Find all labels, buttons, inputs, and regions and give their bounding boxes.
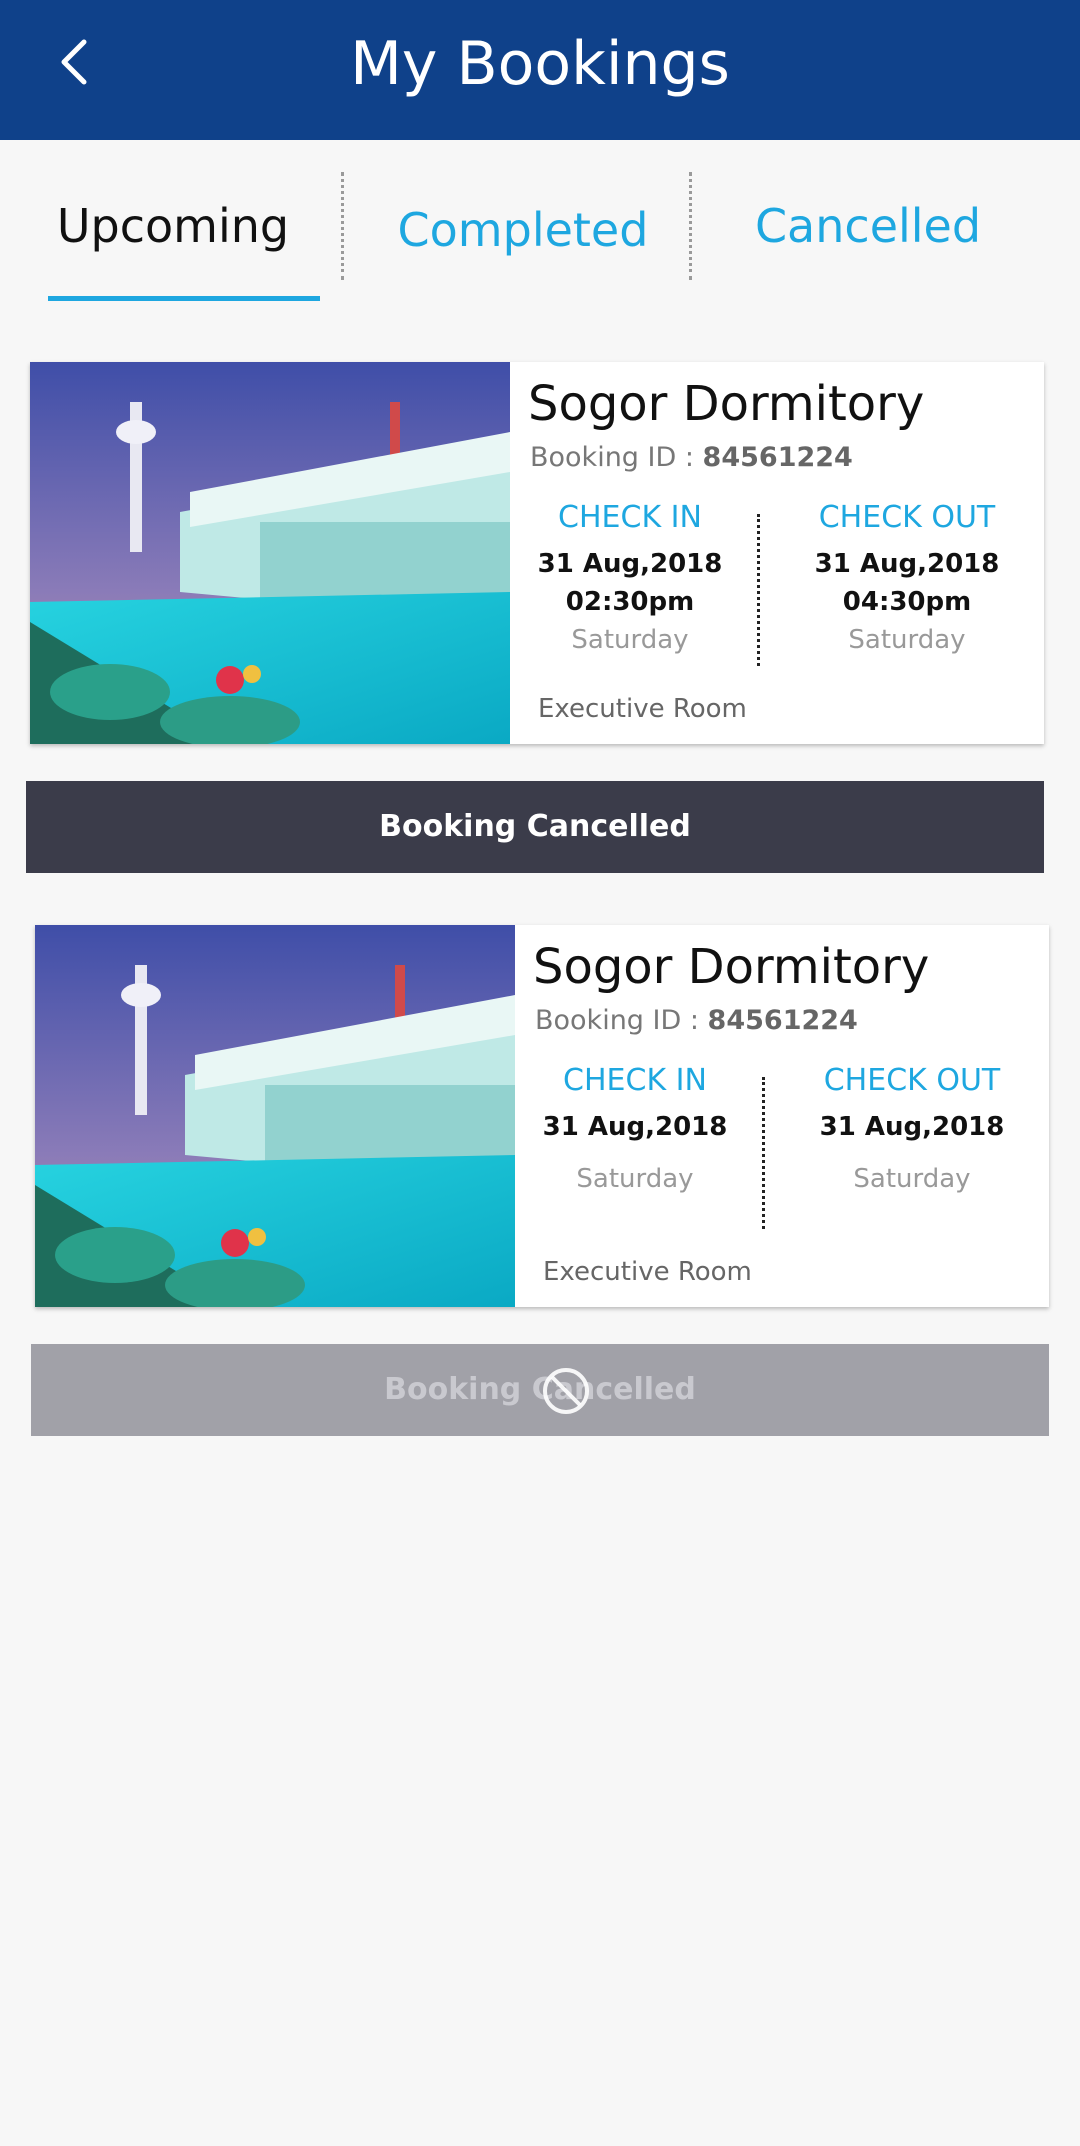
check-in-date: 31 Aug,2018 bbox=[542, 1112, 728, 1142]
page-title: My Bookings bbox=[350, 29, 730, 99]
check-in-time: 02:30pm bbox=[565, 587, 695, 617]
booking-id: Booking ID : 84561224 bbox=[530, 442, 853, 473]
booking-card[interactable]: Sogor Dormitory Booking ID : 84561224 CH… bbox=[30, 362, 1044, 744]
check-in-heading: CHECK IN bbox=[558, 500, 702, 535]
booking-cancelled-button[interactable]: Booking Cancelled bbox=[26, 781, 1044, 873]
booking-card[interactable]: Sogor Dormitory Booking ID : 84561224 CH… bbox=[35, 925, 1049, 1307]
check-in-heading: CHECK IN bbox=[563, 1063, 707, 1098]
check-in-column: CHECK IN 31 Aug,2018 02:30pm Saturday bbox=[510, 498, 750, 658]
tab-divider bbox=[341, 172, 344, 280]
hotel-photo bbox=[30, 362, 510, 744]
check-out-column: CHECK OUT 31 Aug,2018 Saturday bbox=[787, 1061, 1037, 1197]
room-type: Executive Room bbox=[538, 694, 747, 724]
tab-completed[interactable]: Completed bbox=[380, 190, 666, 270]
hotel-photo bbox=[35, 925, 515, 1307]
check-out-column: CHECK OUT 31 Aug,2018 04:30pm Saturday bbox=[782, 498, 1032, 658]
room-type: Executive Room bbox=[543, 1257, 752, 1287]
booking-id-label: Booking ID : bbox=[530, 442, 703, 473]
tab-cancelled[interactable]: Cancelled bbox=[720, 186, 1016, 266]
check-out-heading: CHECK OUT bbox=[818, 500, 996, 535]
check-in-day: Saturday bbox=[576, 1164, 694, 1194]
check-out-day: Saturday bbox=[853, 1164, 971, 1194]
tab-divider bbox=[689, 172, 692, 280]
check-in-column: CHECK IN 31 Aug,2018 Saturday bbox=[515, 1061, 755, 1197]
check-in-day: Saturday bbox=[571, 625, 689, 655]
column-divider bbox=[757, 514, 760, 666]
check-out-heading: CHECK OUT bbox=[823, 1063, 1001, 1098]
check-out-date: 31 Aug,2018 bbox=[814, 549, 1000, 579]
forbidden-icon bbox=[543, 1368, 589, 1414]
check-out-time: 04:30pm bbox=[842, 587, 972, 617]
booking-id: Booking ID : 84561224 bbox=[535, 1005, 858, 1036]
booking-tabs: Upcoming Completed Cancelled bbox=[0, 140, 1080, 301]
active-tab-indicator bbox=[48, 296, 320, 301]
column-divider bbox=[762, 1077, 765, 1229]
check-out-day: Saturday bbox=[848, 625, 966, 655]
app-header: My Bookings bbox=[0, 0, 1080, 140]
booking-cancelled-label: Booking Cancelled bbox=[384, 1372, 696, 1407]
booking-id-label: Booking ID : bbox=[535, 1005, 708, 1036]
booking-id-value: 84561224 bbox=[702, 442, 853, 473]
booking-cancelled-button-disabled: Booking Cancelled bbox=[31, 1344, 1049, 1436]
check-in-date: 31 Aug,2018 bbox=[537, 549, 723, 579]
tab-upcoming[interactable]: Upcoming bbox=[48, 186, 298, 266]
booking-id-value: 84561224 bbox=[707, 1005, 858, 1036]
check-out-date: 31 Aug,2018 bbox=[819, 1112, 1005, 1142]
hotel-name: Sogor Dormitory bbox=[528, 376, 925, 432]
hotel-name: Sogor Dormitory bbox=[533, 939, 930, 995]
